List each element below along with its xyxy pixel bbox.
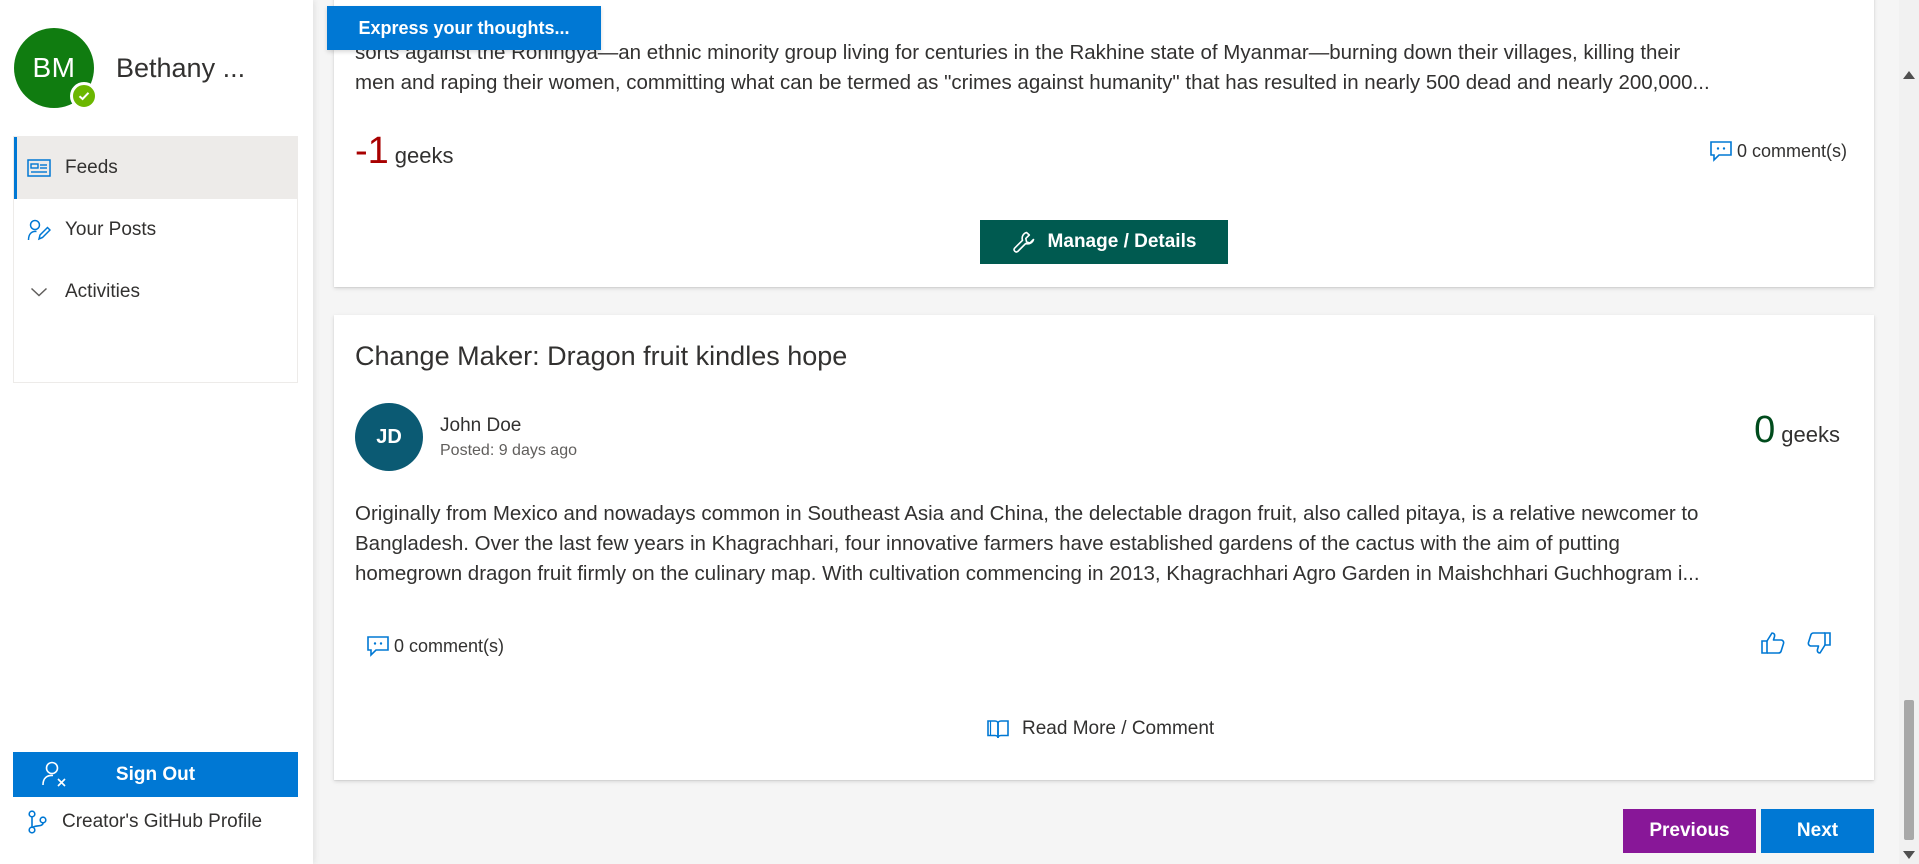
user-profile: BM Bethany ...: [14, 28, 246, 110]
manage-label: Manage / Details: [1047, 231, 1197, 252]
nav-item-label: Feeds: [65, 157, 118, 178]
excerpt-line: homegrown dragon fruit firmly on the cul…: [355, 562, 1700, 585]
comments-link[interactable]: 0 comment(s): [1709, 140, 1847, 162]
post-card: Change Maker: Dragon fruit kindles hope …: [334, 315, 1874, 780]
chevron-down-icon: [26, 279, 52, 305]
branch-icon: [26, 810, 48, 834]
post-title[interactable]: Change Maker: Dragon fruit kindles hope: [355, 341, 847, 372]
book-icon: [986, 718, 1010, 740]
excerpt-line: men and raping their women, committing w…: [355, 71, 1710, 94]
vote-controls: [1760, 631, 1832, 655]
avatar-initials: BM: [32, 52, 76, 83]
user-name: Bethany ...: [116, 52, 246, 83]
avatar[interactable]: BM: [14, 28, 98, 110]
next-button[interactable]: Next: [1761, 809, 1874, 853]
express-thoughts-button[interactable]: Express your thoughts...: [327, 6, 601, 50]
geeks-score: -1 geeks: [355, 130, 454, 173]
comment-icon: [366, 635, 390, 657]
feeds-icon: [26, 155, 52, 181]
comment-icon: [1709, 140, 1733, 162]
github-label: Creator's GitHub Profile: [62, 811, 263, 832]
comments-link[interactable]: 0 comment(s): [366, 635, 504, 657]
scrollbar[interactable]: [1899, 0, 1919, 864]
posted-time: Posted: 9 days ago: [440, 442, 577, 459]
read-more-label: Read More / Comment: [1022, 718, 1215, 739]
nav-item-activities[interactable]: Activities: [14, 261, 297, 323]
nav-item-label: Your Posts: [65, 219, 157, 240]
nav-menu: Feeds Your Posts Activities: [13, 136, 298, 383]
sign-out-button[interactable]: Sign Out: [13, 752, 298, 797]
nav-item-label: Activities: [65, 281, 140, 302]
author-initials: JD: [376, 425, 402, 448]
geeks-label: geeks: [394, 143, 454, 168]
post-excerpt: Originally from Mexico and nowadays comm…: [355, 499, 1848, 589]
github-profile-link[interactable]: Creator's GitHub Profile: [26, 810, 262, 834]
excerpt-line: Originally from Mexico and nowadays comm…: [355, 502, 1699, 525]
scroll-down-arrow-icon[interactable]: [1903, 846, 1915, 864]
read-more-link[interactable]: Read More / Comment: [986, 718, 1214, 740]
presence-check-icon: [70, 82, 98, 110]
geeks-label: geeks: [1781, 422, 1840, 447]
geeks-value: -1: [355, 130, 389, 172]
nav-item-your-posts[interactable]: Your Posts: [14, 199, 297, 261]
wrench-icon: [1012, 230, 1036, 254]
like-icon[interactable]: [1760, 631, 1786, 655]
scroll-up-arrow-icon[interactable]: [1903, 66, 1915, 84]
geeks-value: 0: [1754, 409, 1776, 451]
scroll-thumb[interactable]: [1904, 700, 1914, 840]
edit-person-icon: [26, 217, 52, 243]
excerpt-line: Bangladesh. Over the last few years in K…: [355, 532, 1620, 555]
sidebar: BM Bethany ... Feeds Your Posts Activiti…: [0, 0, 313, 864]
comments-count: 0 comment(s): [394, 635, 505, 656]
author-name: John Doe: [440, 415, 522, 436]
author-avatar: JD: [355, 403, 423, 471]
previous-button[interactable]: Previous: [1623, 809, 1756, 853]
comments-count: 0 comment(s): [1736, 140, 1847, 161]
geeks-score: 0 geeks: [1754, 409, 1840, 452]
manage-details-button[interactable]: Manage / Details: [980, 220, 1228, 264]
nav-item-feeds[interactable]: Feeds: [14, 137, 297, 199]
dislike-icon[interactable]: [1806, 631, 1832, 655]
person-remove-icon: [41, 760, 69, 794]
